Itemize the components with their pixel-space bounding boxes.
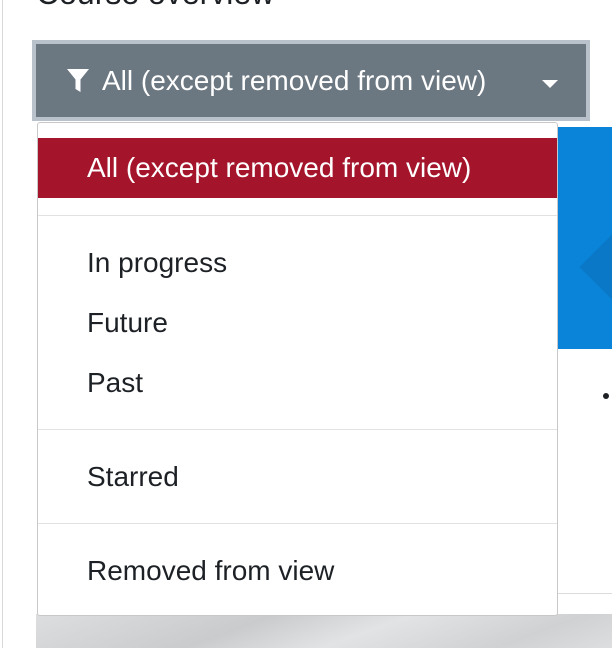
course-card-menu-icon[interactable] [603,393,609,399]
course-card-pattern [579,210,612,324]
menu-divider [38,523,557,524]
caret-down-icon [542,80,558,88]
section-title: Course overview [36,0,274,10]
menu-item-removed-from-view[interactable]: Removed from view [38,541,557,601]
menu-item-all[interactable]: All (except removed from view) [38,138,557,198]
page: Course overview All (except removed from… [0,0,612,648]
course-card-image[interactable] [36,614,612,648]
course-card-image[interactable] [556,127,612,349]
menu-divider [38,215,557,216]
region-border [2,0,3,648]
grouping-filter-button[interactable]: All (except removed from view) [32,40,590,121]
grouping-filter-button-body: All (except removed from view) [36,44,586,117]
filter-icon [67,68,89,92]
menu-item-starred[interactable]: Starred [38,447,557,507]
grouping-filter-label: All (except removed from view) [102,64,487,96]
grouping-dropdown-menu: All (except removed from view) In progre… [37,122,558,616]
menu-item-in-progress[interactable]: In progress [38,233,557,293]
menu-item-future[interactable]: Future [38,293,557,353]
menu-item-past[interactable]: Past [38,353,557,413]
course-card-border [556,593,612,594]
menu-divider [38,429,557,430]
